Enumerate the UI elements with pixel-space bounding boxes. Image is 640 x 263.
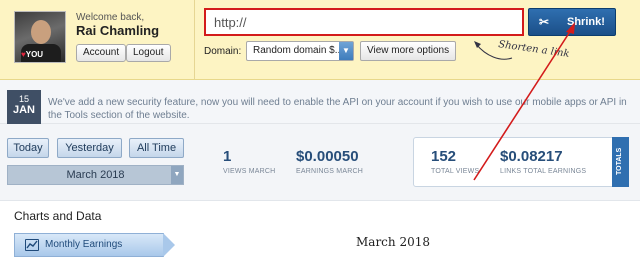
dashboard-page: ♥YOU Welcome back, Rai Chamling Account … — [0, 0, 640, 263]
notice-month: JAN — [12, 104, 35, 116]
view-more-options-button[interactable]: View more options — [360, 41, 457, 61]
account-button[interactable]: Account — [76, 44, 127, 62]
domain-select[interactable]: Random domain $... ▼ — [246, 41, 354, 61]
shrink-button[interactable]: ✂ Shrink! — [528, 8, 616, 36]
avatar-face — [31, 20, 51, 44]
earnings-month-label: EARNINGS MARCH — [296, 168, 363, 175]
url-field-wrapper — [204, 8, 524, 36]
header-divider — [194, 0, 195, 80]
header-bar: ♥YOU Welcome back, Rai Chamling Account … — [0, 0, 640, 80]
filter-all-time-button[interactable]: All Time — [129, 138, 184, 158]
avatar[interactable]: ♥YOU — [14, 11, 66, 63]
chevron-down-icon: ▼ — [171, 166, 183, 184]
charts-title: Charts and Data — [14, 209, 102, 223]
month-select-value: March 2018 — [66, 169, 125, 181]
filter-yesterday-button[interactable]: Yesterday — [57, 138, 122, 158]
earnings-month-value: $0.00050 — [296, 148, 359, 165]
links-total-earnings-label: LINKS TOTAL EARNINGS — [500, 168, 587, 175]
shrink-button-label: Shrink! — [567, 16, 605, 28]
line-chart-icon — [25, 239, 39, 251]
filter-today-button[interactable]: Today — [7, 138, 49, 158]
domain-selected-value: Random domain $... — [253, 45, 344, 56]
notice-text: We've add a new security feature, now yo… — [48, 97, 627, 121]
month-select[interactable]: March 2018 ▼ — [7, 165, 184, 185]
logout-button[interactable]: Logout — [126, 44, 171, 62]
domain-label: Domain: — [204, 46, 242, 57]
total-views-value: 152 — [431, 148, 457, 165]
chevron-down-icon: ▼ — [339, 42, 353, 60]
tab-monthly-earnings[interactable]: Monthly Earnings — [14, 233, 175, 257]
avatar-tag: ♥YOU — [21, 50, 44, 59]
scissors-icon: ✂ — [539, 15, 550, 29]
views-month-value: 1 — [223, 148, 232, 165]
chart-month-title: March 2018 — [356, 235, 430, 249]
total-views-label: TOTAL VIEWS — [431, 168, 480, 175]
totals-tab[interactable]: TOTALS — [612, 137, 629, 187]
views-month-label: VIEWS MARCH — [223, 168, 276, 175]
totals-tab-label: TOTALS — [616, 147, 623, 175]
notice-date: 15 JAN — [7, 90, 41, 124]
links-total-earnings-value: $0.08217 — [500, 148, 563, 165]
notice-day: 15 — [18, 94, 29, 104]
user-name: Rai Chamling — [76, 23, 160, 38]
welcome-text: Welcome back, — [76, 12, 145, 23]
tab-monthly-earnings-label: Monthly Earnings — [45, 239, 123, 250]
url-input[interactable] — [206, 10, 522, 34]
